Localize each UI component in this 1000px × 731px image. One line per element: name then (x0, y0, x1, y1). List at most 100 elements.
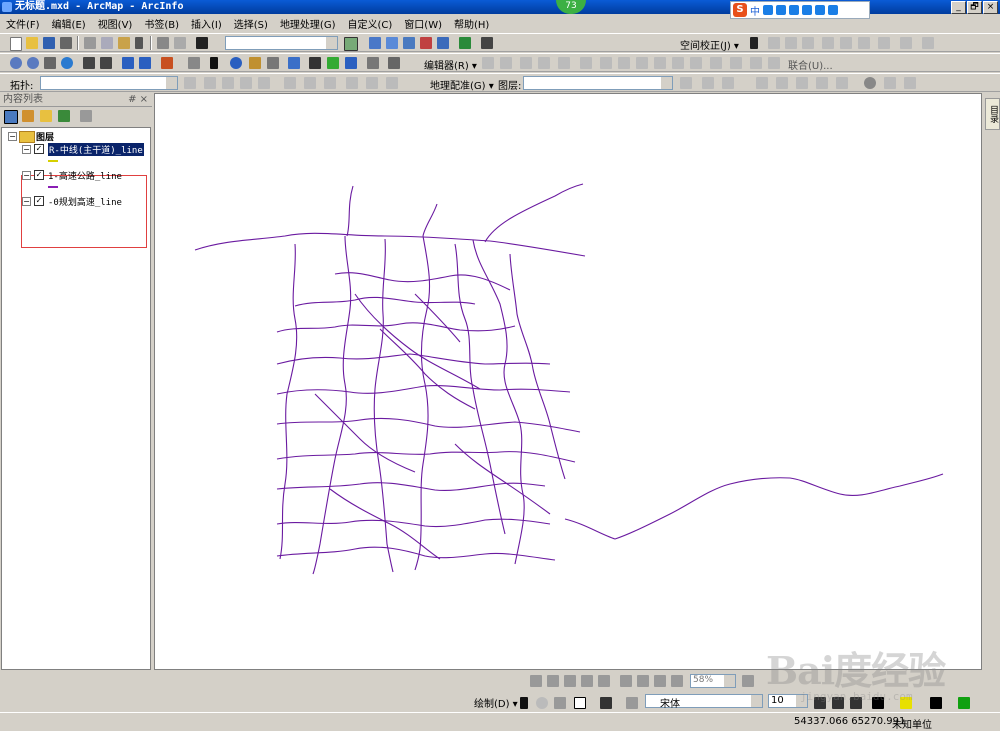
reshape-edge-icon[interactable] (258, 77, 270, 89)
collapse-layer-1-icon[interactable]: − (22, 145, 31, 154)
clear-selection-icon[interactable] (188, 57, 200, 69)
layer-1-name[interactable]: R-中线(主干道)_line (48, 143, 144, 156)
list-by-drawing-order-icon[interactable] (4, 110, 18, 124)
model-builder-icon[interactable] (459, 37, 471, 49)
copy-icon[interactable] (101, 37, 113, 49)
list-by-selection-icon[interactable] (58, 110, 70, 122)
minimize-button[interactable]: _ (951, 1, 966, 14)
select-elements-icon[interactable] (210, 57, 218, 69)
toc-pin-close[interactable]: # × (128, 93, 148, 107)
cut-polygons-icon[interactable] (654, 57, 666, 69)
save-icon[interactable] (43, 37, 55, 49)
select-link-icon[interactable] (776, 77, 788, 89)
text-tool-icon[interactable] (600, 697, 612, 709)
moon-icon[interactable] (763, 5, 773, 15)
select-cursor-icon[interactable] (750, 37, 758, 49)
paste-icon[interactable] (118, 37, 130, 49)
zoom-100-icon[interactable] (598, 675, 610, 687)
zoom-whole-page-icon[interactable] (581, 675, 593, 687)
cut-icon[interactable] (84, 37, 96, 49)
overview-icon[interactable] (904, 77, 916, 89)
toc-options-icon[interactable] (80, 110, 92, 122)
point-icon[interactable] (600, 57, 612, 69)
sketch-properties-icon[interactable] (730, 57, 742, 69)
adjustment-preview-icon[interactable] (922, 37, 934, 49)
whats-this-icon[interactable] (481, 37, 493, 49)
zoom-in-icon[interactable] (10, 57, 22, 69)
time-slider-icon[interactable] (367, 57, 379, 69)
layer-2-name[interactable]: 1-高速公路_line (48, 169, 122, 182)
layer-1-symbol[interactable] (48, 160, 58, 162)
new-identity-link-icon[interactable] (802, 37, 814, 49)
spatial-adjustment-menu[interactable]: 空间校正(J) ▾ (680, 37, 739, 52)
construct-features-icon[interactable] (324, 77, 336, 89)
delete-link-icon[interactable] (816, 77, 828, 89)
fixed-zoom-out-layout-icon[interactable] (637, 675, 649, 687)
edit-annotation-icon[interactable] (500, 57, 512, 69)
arc-segment-icon[interactable] (538, 57, 550, 69)
map-display[interactable] (154, 93, 982, 670)
edit-tool-icon[interactable] (482, 57, 494, 69)
list-by-visibility-icon[interactable] (40, 110, 52, 122)
shift-georef-icon[interactable] (702, 77, 714, 89)
menu-insert[interactable]: 插入(I) (185, 16, 228, 31)
go-back-layout-icon[interactable] (654, 675, 666, 687)
layer-2-symbol[interactable] (48, 186, 58, 188)
create-viewer-window-icon[interactable] (388, 57, 400, 69)
zoom-to-selected-link-icon[interactable] (796, 77, 808, 89)
restore-button[interactable]: 🗗 (967, 1, 982, 14)
map-scale-combo[interactable] (225, 36, 338, 50)
print-icon[interactable] (60, 37, 72, 49)
road-network-map[interactable] (155, 94, 981, 669)
trace-icon[interactable] (580, 57, 592, 69)
view-link-table-georef-icon[interactable] (722, 77, 734, 89)
font-family-combo[interactable]: 宋体 (645, 694, 763, 710)
layout-zoom-out-icon[interactable] (547, 675, 559, 687)
add-data-icon[interactable] (196, 37, 208, 49)
editor-menu[interactable]: 编辑器(R) ▾ (424, 57, 477, 72)
map-topology-icon[interactable] (184, 77, 196, 89)
rotate-icon[interactable] (690, 57, 702, 69)
collapse-layer-2-icon[interactable]: − (22, 171, 31, 180)
back-extent-icon[interactable] (122, 57, 134, 69)
edit-vertices-draw-icon[interactable] (626, 697, 638, 709)
add-control-points-icon[interactable] (756, 77, 768, 89)
table-of-contents-icon[interactable] (369, 37, 381, 49)
zoom-to-selected-elements-icon[interactable] (554, 697, 566, 709)
measure-icon[interactable] (288, 57, 300, 69)
catalog-tab[interactable]: 目录 (985, 98, 1000, 130)
menu-file[interactable]: 文件(F) (0, 16, 46, 31)
find-route-icon[interactable] (327, 57, 339, 69)
zoom-percent-combo[interactable]: 58% (690, 674, 736, 688)
fixed-zoom-in-icon[interactable] (83, 57, 95, 69)
split-icon[interactable] (672, 57, 684, 69)
layer-2-visibility-checkbox[interactable]: ✓ (34, 170, 44, 180)
layers-root-label[interactable]: 图层 (36, 130, 54, 143)
full-extent-icon[interactable] (61, 57, 73, 69)
draw-rotate-icon[interactable] (536, 697, 548, 709)
menu-customize[interactable]: 自定义(C) (342, 16, 399, 31)
collapse-layers-icon[interactable]: − (8, 132, 17, 141)
attribute-transfer-icon[interactable] (858, 37, 870, 49)
topology-layer-combo[interactable] (40, 76, 178, 90)
rectangle-tool-icon[interactable] (574, 697, 586, 709)
toggle-draft-mode-icon[interactable] (742, 675, 754, 687)
view-link-table-icon[interactable] (840, 37, 852, 49)
modify-edge-icon[interactable] (240, 77, 252, 89)
user-icon[interactable] (802, 5, 812, 15)
layout-zoom-in-icon[interactable] (530, 675, 542, 687)
find-binoculars-icon[interactable] (309, 57, 321, 69)
magnifier-icon[interactable] (884, 77, 896, 89)
georef-layer-combo[interactable] (523, 76, 673, 90)
shirt-icon[interactable] (815, 5, 825, 15)
list-by-source-icon[interactable] (22, 110, 34, 122)
new-link-icon[interactable] (768, 37, 780, 49)
generalize-edge-icon[interactable] (304, 77, 316, 89)
select-features-icon[interactable] (161, 57, 173, 69)
georeferencing-menu[interactable]: 地理配准(G) ▾ (430, 77, 494, 92)
layer-3-visibility-checkbox[interactable]: ✓ (34, 196, 44, 206)
go-forward-layout-icon[interactable] (671, 675, 683, 687)
edit-vertices-icon[interactable] (618, 57, 630, 69)
open-folder-icon[interactable] (26, 37, 38, 49)
show-shared-features-icon[interactable] (222, 77, 234, 89)
